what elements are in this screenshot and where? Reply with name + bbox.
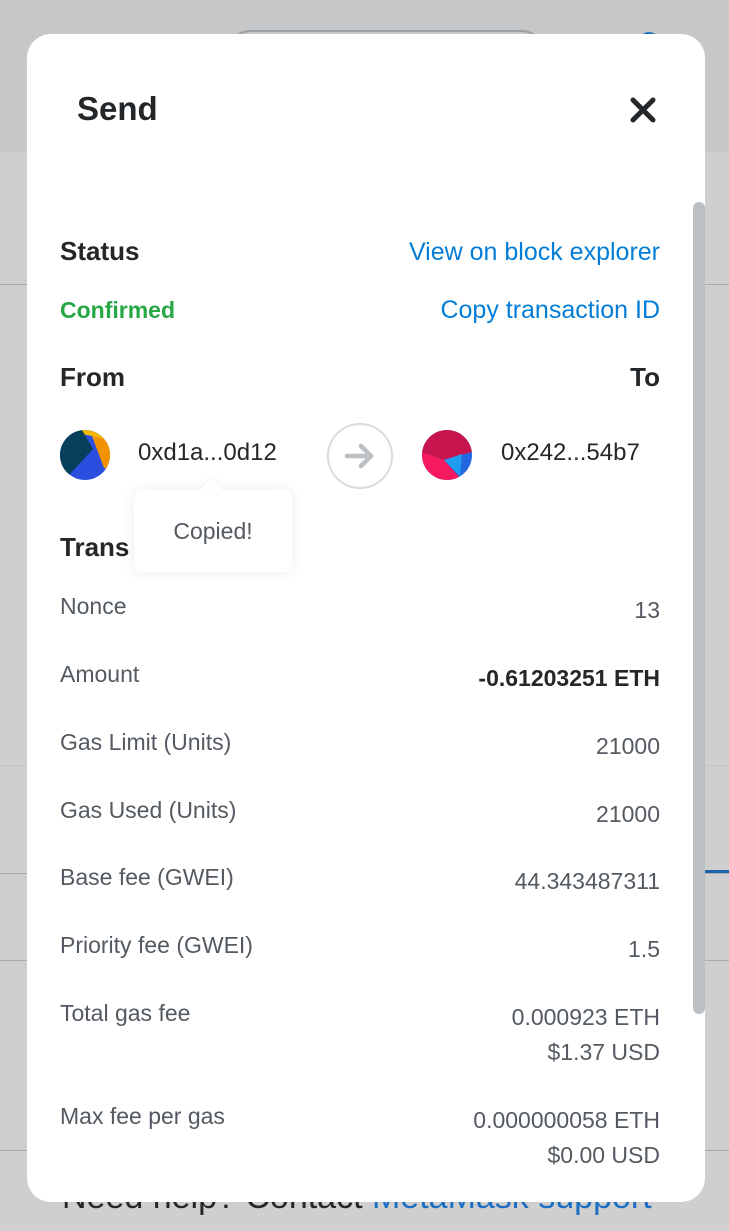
- detail-row-gas-limit: Gas Limit (Units) 21000: [60, 729, 660, 764]
- arrow-right-icon: [344, 443, 374, 469]
- detail-row-total-gas-fee: Total gas fee 0.000923 ETH $1.37 USD: [60, 1000, 660, 1070]
- from-address[interactable]: 0xd1a...0d12: [138, 439, 277, 467]
- detail-label: Gas Limit (Units): [60, 729, 232, 755]
- detail-label: Base fee (GWEI): [60, 864, 234, 890]
- detail-row-nonce: Nonce 13: [60, 593, 660, 628]
- detail-value: -0.61203251 ETH: [478, 665, 660, 691]
- from-to-header: From To: [60, 362, 660, 393]
- detail-row-amount: Amount -0.61203251 ETH: [60, 661, 660, 696]
- detail-value: 0.000923 ETH $1.37 USD: [512, 1000, 660, 1070]
- detail-row-max-fee: Max fee per gas 0.000000058 ETH $0.00 US…: [60, 1103, 660, 1173]
- detail-label: Max fee per gas: [60, 1103, 225, 1129]
- scrollbar-thumb[interactable]: [693, 202, 705, 1014]
- to-account-avatar: [422, 430, 472, 480]
- from-label: From: [60, 362, 125, 392]
- status-label: Status: [60, 236, 140, 266]
- detail-value-usd: $1.37 USD: [547, 1039, 660, 1065]
- detail-label: Total gas fee: [60, 1000, 191, 1026]
- transaction-heading: Trans: [60, 532, 130, 562]
- copied-tooltip: Copied!: [134, 490, 292, 572]
- detail-value: 0.000000058 ETH $0.00 USD: [473, 1103, 660, 1173]
- close-icon: [630, 97, 656, 123]
- detail-row-gas-used: Gas Used (Units) 21000: [60, 797, 660, 832]
- detail-label: Nonce: [60, 593, 127, 619]
- detail-value-usd: $0.00 USD: [547, 1142, 660, 1168]
- detail-row-priority-fee: Priority fee (GWEI) 1.5: [60, 932, 660, 967]
- arrow-circle: [327, 423, 393, 489]
- copy-transaction-id-link[interactable]: Copy transaction ID: [440, 296, 660, 325]
- view-on-block-explorer-link[interactable]: View on block explorer: [409, 238, 660, 267]
- address-row: 0xd1a...0d12 0x242...54b7: [60, 423, 660, 489]
- to-label: To: [630, 362, 660, 392]
- detail-label: Amount: [60, 661, 140, 687]
- from-account-avatar: [60, 430, 110, 480]
- close-button[interactable]: [625, 92, 661, 128]
- detail-value: 1.5: [628, 936, 660, 962]
- tooltip-text: Copied!: [173, 517, 253, 544]
- transaction-details-modal: Send Status View on block explorer Confi…: [27, 34, 705, 1202]
- detail-value: 21000: [596, 801, 660, 827]
- status-row: Status View on block explorer: [60, 236, 660, 267]
- detail-value: 44.343487311: [514, 868, 660, 894]
- detail-label: Priority fee (GWEI): [60, 932, 253, 958]
- detail-value-eth: 0.000923 ETH: [511, 1004, 660, 1030]
- modal-title: Send: [77, 90, 158, 127]
- status-badge: Confirmed: [60, 297, 175, 323]
- detail-value: 21000: [596, 733, 660, 759]
- detail-value: 13: [634, 597, 660, 623]
- detail-label: Gas Used (Units): [60, 797, 237, 823]
- detail-value-eth: 0.000000058 ETH: [473, 1107, 660, 1133]
- to-address[interactable]: 0x242...54b7: [501, 439, 640, 467]
- status-value-row: Confirmed Copy transaction ID: [60, 296, 660, 325]
- background-tab-indicator: [704, 870, 729, 873]
- detail-row-base-fee: Base fee (GWEI) 44.343487311: [60, 864, 660, 899]
